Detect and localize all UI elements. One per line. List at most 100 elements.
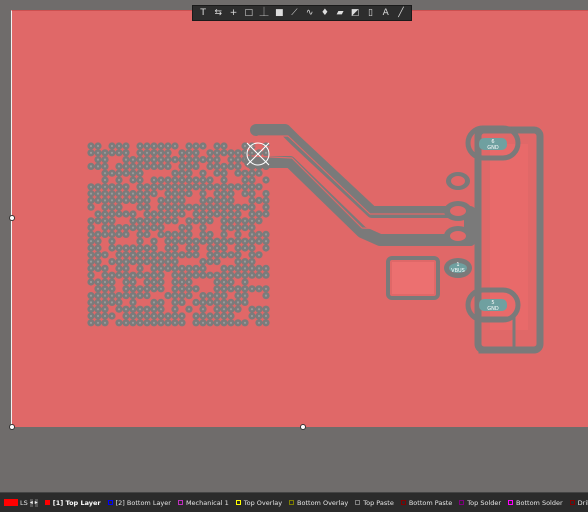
layer-tab-label: [2] Bottom Layer bbox=[115, 498, 171, 507]
via-hole bbox=[215, 314, 219, 318]
via-hole bbox=[194, 206, 198, 209]
via-hole bbox=[215, 212, 219, 216]
via-hole bbox=[131, 165, 135, 168]
via-hole bbox=[110, 294, 114, 297]
via-hole bbox=[194, 212, 198, 216]
via-hole bbox=[257, 314, 261, 318]
via-hole bbox=[89, 246, 93, 250]
via-icon[interactable]: ♦ bbox=[318, 6, 332, 20]
diff-pair-icon[interactable]: ∿ bbox=[303, 6, 317, 20]
track-icon[interactable]: ⟋ bbox=[287, 6, 301, 20]
measure-icon[interactable]: ▯ bbox=[363, 6, 377, 20]
via-hole bbox=[250, 240, 254, 243]
via-hole bbox=[89, 308, 93, 311]
via-hole bbox=[187, 253, 191, 256]
via-hole bbox=[145, 158, 149, 161]
pcb-artwork[interactable]: 6 GND 5 GND 1 VBUS bbox=[0, 0, 588, 492]
via-hole bbox=[257, 185, 261, 188]
via-hole bbox=[124, 172, 128, 175]
via-hole bbox=[187, 240, 191, 243]
via-hole bbox=[215, 240, 219, 243]
via-hole bbox=[215, 246, 219, 250]
via-hole bbox=[187, 192, 191, 195]
layer-tab-2[interactable]: Mechanical 1 bbox=[177, 499, 229, 507]
via-hole bbox=[117, 178, 121, 182]
via-hole bbox=[124, 233, 128, 236]
via-hole bbox=[159, 219, 163, 222]
via-hole bbox=[173, 172, 177, 175]
layer-tab-1[interactable]: [2] Bottom Layer bbox=[107, 498, 171, 507]
via-hole bbox=[124, 158, 128, 161]
via-hole bbox=[180, 172, 184, 175]
layer-tab-5[interactable]: Top Paste bbox=[355, 499, 394, 507]
via-hole bbox=[159, 158, 163, 161]
via-hole bbox=[180, 165, 184, 168]
via-hole bbox=[89, 192, 93, 195]
via-hole bbox=[180, 321, 184, 324]
via-hole bbox=[117, 274, 121, 277]
via-hole bbox=[208, 294, 212, 297]
via-hole bbox=[159, 321, 163, 324]
layer-tab-6[interactable]: Bottom Paste bbox=[400, 499, 452, 507]
via-hole bbox=[222, 280, 226, 284]
vbus-pour-fill bbox=[392, 262, 434, 294]
select-rect-icon[interactable]: □ bbox=[242, 6, 256, 20]
via-hole bbox=[236, 226, 240, 229]
via-hole bbox=[243, 301, 247, 304]
filter-icon[interactable]: T bbox=[196, 6, 210, 20]
via-hole bbox=[124, 314, 128, 318]
line-icon[interactable]: ╱ bbox=[394, 6, 408, 20]
layer-tab-3[interactable]: Top Overlay bbox=[235, 499, 282, 507]
via-hole bbox=[110, 144, 114, 148]
via-hole bbox=[89, 151, 93, 154]
via-hole bbox=[222, 226, 226, 229]
rule-icon[interactable]: ◩ bbox=[348, 6, 362, 20]
via-hole bbox=[180, 253, 184, 256]
via-hole bbox=[117, 165, 121, 168]
board-handle-left[interactable] bbox=[9, 215, 15, 221]
pcb-canvas[interactable]: 6 GND 5 GND 1 VBUS T ⇆ + □ ⏊ ■ ⟋ ∿ ♦ ▰ ◩ ▯ A ╱ bbox=[0, 0, 588, 492]
via-hole bbox=[152, 192, 156, 195]
layer-set-selector[interactable]: LS bbox=[4, 499, 28, 507]
via-hole bbox=[159, 178, 163, 182]
via-hole bbox=[96, 294, 100, 297]
polygon-icon[interactable]: ▰ bbox=[333, 6, 347, 20]
via-hole bbox=[264, 294, 268, 297]
via-hole bbox=[236, 294, 240, 297]
layer-tab-7[interactable]: Top Solder bbox=[459, 499, 501, 507]
align-icon[interactable]: ⏊ bbox=[257, 6, 271, 20]
via-hole bbox=[250, 274, 254, 277]
layer-tab-label: Bottom Overlay bbox=[297, 498, 349, 507]
via-hole bbox=[110, 301, 114, 304]
via-hole bbox=[194, 219, 198, 222]
cross-icon[interactable]: + bbox=[226, 6, 240, 20]
via-hole bbox=[89, 294, 93, 297]
layer-nav-prev-button[interactable]: ◂ bbox=[29, 498, 33, 507]
layer-tab-9[interactable]: Drill Guide bbox=[569, 499, 588, 507]
layer-tab-4[interactable]: Bottom Overlay bbox=[289, 499, 348, 507]
via-hole bbox=[222, 308, 226, 311]
via-hole bbox=[124, 246, 128, 250]
text-icon[interactable]: A bbox=[379, 6, 393, 20]
via-hole bbox=[180, 192, 184, 195]
via-hole bbox=[250, 151, 254, 154]
via-hole bbox=[166, 178, 170, 182]
board-handle-bottom[interactable] bbox=[300, 424, 306, 430]
via-hole bbox=[138, 151, 142, 154]
route-icon[interactable]: ⇆ bbox=[211, 6, 225, 20]
via-hole bbox=[166, 199, 170, 202]
via-hole bbox=[264, 274, 268, 277]
fill-icon[interactable]: ■ bbox=[272, 6, 286, 20]
via-hole bbox=[236, 240, 240, 243]
board-handle-bottom-left[interactable] bbox=[9, 424, 15, 430]
via-hole bbox=[229, 151, 233, 154]
via-hole bbox=[187, 294, 191, 297]
layer-tab-0[interactable]: [1] Top Layer bbox=[44, 499, 101, 507]
via-hole bbox=[180, 233, 184, 236]
via-hole bbox=[222, 144, 226, 148]
via-hole bbox=[187, 165, 191, 168]
via-hole bbox=[103, 294, 107, 297]
via-hole bbox=[103, 287, 107, 290]
layer-tab-8[interactable]: Bottom Solder bbox=[508, 499, 563, 507]
via-hole bbox=[145, 185, 149, 188]
